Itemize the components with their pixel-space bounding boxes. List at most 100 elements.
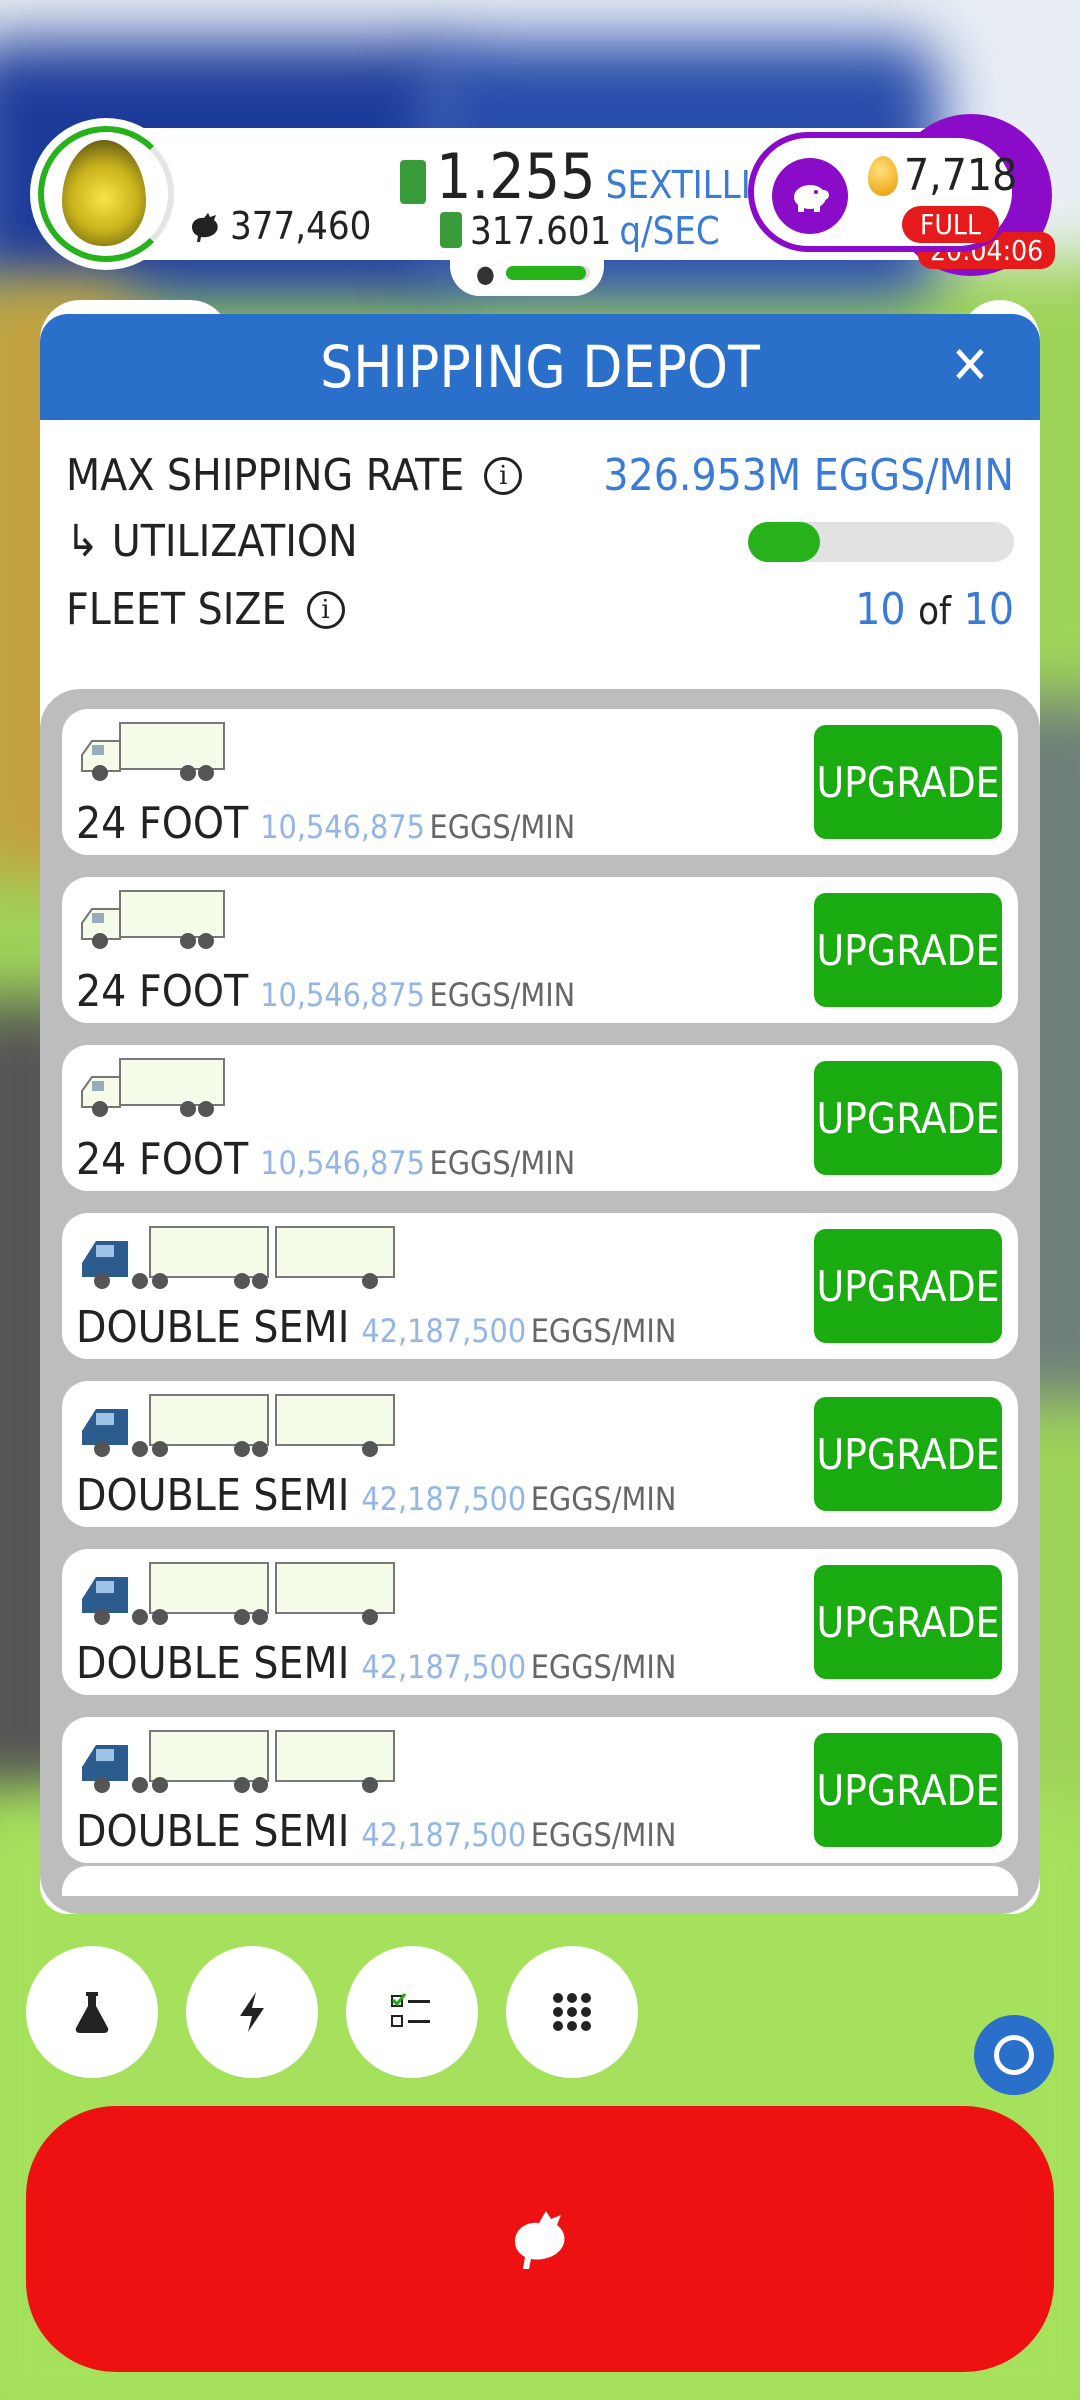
vehicle-name: 24 FOOT bbox=[76, 966, 249, 1017]
piggy-bank-icon[interactable] bbox=[772, 158, 848, 234]
upgrade-button[interactable]: UPGRADE bbox=[814, 1397, 1002, 1511]
vehicle-row: DOUBLE SEMI 42,187,500 EGGS/MIN UPGRADE bbox=[62, 1213, 1018, 1359]
vehicle-rate: 10,546,875 bbox=[260, 808, 425, 846]
earning-rate-value: 317.601 bbox=[470, 209, 612, 253]
vehicle-rate-unit: EGGS/MIN bbox=[530, 1312, 677, 1350]
earning-rate: 317.601 q/SEC bbox=[440, 208, 720, 253]
circle-icon bbox=[994, 2035, 1034, 2075]
double-semi-truck-icon bbox=[78, 1225, 398, 1295]
box-truck-icon bbox=[78, 1057, 228, 1123]
panel-title: SHIPPING DEPOT bbox=[320, 333, 760, 401]
silo-full-badge: FULL bbox=[902, 206, 999, 243]
vehicle-rate: 10,546,875 bbox=[260, 1144, 425, 1182]
close-button[interactable]: ✕ bbox=[940, 336, 1000, 396]
vehicle-info: DOUBLE SEMI 42,187,500 EGGS/MIN bbox=[76, 1806, 676, 1857]
fleet-size-row: FLEET SIZE i 10 of 10 bbox=[66, 584, 1014, 635]
chicken-icon bbox=[515, 2211, 565, 2269]
vehicle-rate: 42,187,500 bbox=[361, 1480, 527, 1518]
cash-icon bbox=[400, 160, 426, 204]
lightning-icon bbox=[240, 1992, 264, 2032]
cash-icon bbox=[440, 212, 462, 248]
close-icon: ✕ bbox=[950, 336, 990, 396]
vehicle-rate-unit: EGGS/MIN bbox=[530, 1480, 677, 1518]
vehicle-row: 24 FOOT 10,546,875 EGGS/MIN UPGRADE bbox=[62, 877, 1018, 1023]
double-semi-truck-icon bbox=[78, 1393, 398, 1463]
assistant-button[interactable] bbox=[974, 2015, 1054, 2095]
utilization-bar bbox=[748, 521, 1014, 562]
chicken-count: 377,460 bbox=[186, 204, 371, 248]
upgrade-button[interactable]: UPGRADE bbox=[814, 725, 1002, 839]
research-button[interactable] bbox=[26, 1946, 158, 2078]
hatchery-bar bbox=[506, 266, 590, 280]
fleet-max: 10 bbox=[963, 584, 1014, 635]
upgrade-button[interactable]: UPGRADE bbox=[814, 1733, 1002, 1847]
vehicle-rate-unit: EGGS/MIN bbox=[530, 1816, 677, 1854]
max-shipping-rate-row: MAX SHIPPING RATE i 326.953M EGGS/MIN bbox=[66, 450, 1014, 501]
box-truck-icon bbox=[78, 889, 228, 955]
double-semi-truck-icon bbox=[78, 1729, 398, 1799]
checklist-icon bbox=[391, 1993, 430, 2027]
panel-header: SHIPPING DEPOT ✕ bbox=[40, 314, 1040, 420]
fleet-current: 10 bbox=[855, 584, 906, 635]
vehicle-name: 24 FOOT bbox=[76, 1134, 249, 1185]
hen-icon: ● bbox=[476, 260, 495, 288]
utilization-fill bbox=[748, 521, 820, 562]
vehicle-name: 24 FOOT bbox=[76, 798, 249, 849]
missions-button[interactable] bbox=[346, 1946, 478, 2078]
hatchery-indicator: ● bbox=[450, 252, 604, 296]
vehicle-rate: 42,187,500 bbox=[361, 1312, 527, 1350]
fleet-size-label: FLEET SIZE bbox=[66, 584, 287, 635]
shipping-depot-panel: SHIPPING DEPOT ✕ MAX SHIPPING RATE i 326… bbox=[40, 314, 1040, 1914]
utilization-row: ↳ UTILIZATION bbox=[66, 516, 1014, 567]
vehicle-row: DOUBLE SEMI 42,187,500 EGGS/MIN UPGRADE bbox=[62, 1717, 1018, 1863]
vehicle-rate-unit: EGGS/MIN bbox=[429, 976, 576, 1014]
vehicle-rate-unit: EGGS/MIN bbox=[429, 1144, 576, 1182]
chicken-count-value: 377,460 bbox=[230, 204, 372, 248]
vehicle-name: DOUBLE SEMI bbox=[76, 1470, 350, 1521]
vehicle-rate-unit: EGGS/MIN bbox=[530, 1648, 677, 1686]
money-display: 1.255 SEXTILLION bbox=[400, 140, 803, 213]
hatch-chicken-button[interactable] bbox=[26, 2106, 1054, 2372]
golden-eggs: 7,718 bbox=[868, 150, 1017, 201]
vehicle-rate: 42,187,500 bbox=[361, 1816, 527, 1854]
vehicle-row: DOUBLE SEMI 42,187,500 EGGS/MIN UPGRADE bbox=[62, 1549, 1018, 1695]
max-shipping-rate-label: MAX SHIPPING RATE bbox=[66, 450, 465, 501]
upgrade-button[interactable]: UPGRADE bbox=[814, 893, 1002, 1007]
vehicle-rate: 42,187,500 bbox=[361, 1648, 527, 1686]
upgrade-button[interactable]: UPGRADE bbox=[814, 1061, 1002, 1175]
vehicle-info: 24 FOOT 10,546,875 EGGS/MIN bbox=[76, 798, 575, 849]
vehicle-row: 24 FOOT 10,546,875 EGGS/MIN UPGRADE bbox=[62, 1045, 1018, 1191]
chicken-icon bbox=[192, 213, 218, 242]
upgrade-button[interactable]: UPGRADE bbox=[814, 1565, 1002, 1679]
utilization-label: ↳ UTILIZATION bbox=[66, 516, 358, 567]
vehicle-rate: 10,546,875 bbox=[260, 976, 425, 1014]
golden-egg-icon bbox=[868, 155, 898, 196]
vehicle-name: DOUBLE SEMI bbox=[76, 1806, 350, 1857]
boosts-button[interactable] bbox=[186, 1946, 318, 2078]
vehicle-rate-unit: EGGS/MIN bbox=[429, 808, 576, 846]
vehicle-info: DOUBLE SEMI 42,187,500 EGGS/MIN bbox=[76, 1302, 676, 1353]
fleet-of: of bbox=[918, 589, 952, 633]
vehicle-name: DOUBLE SEMI bbox=[76, 1302, 350, 1353]
upgrade-button[interactable]: UPGRADE bbox=[814, 1229, 1002, 1343]
box-truck-icon bbox=[78, 721, 228, 787]
vehicle-info: DOUBLE SEMI 42,187,500 EGGS/MIN bbox=[76, 1470, 676, 1521]
flask-icon bbox=[75, 1992, 109, 2033]
vehicle-info: 24 FOOT 10,546,875 EGGS/MIN bbox=[76, 1134, 575, 1185]
max-shipping-rate-value: 326.953M EGGS/MIN bbox=[603, 450, 1014, 501]
fleet-list[interactable]: 24 FOOT 10,546,875 EGGS/MIN UPGRADE 24 FOOT… bbox=[40, 689, 1040, 1914]
info-icon[interactable]: i bbox=[306, 590, 345, 629]
vehicle-info: 24 FOOT 10,546,875 EGGS/MIN bbox=[76, 966, 575, 1017]
info-icon[interactable]: i bbox=[484, 456, 523, 495]
money-value: 1.255 bbox=[436, 140, 596, 213]
vehicle-row: 24 FOOT 10,546,875 EGGS/MIN UPGRADE bbox=[62, 709, 1018, 855]
earning-rate-unit: q/SEC bbox=[619, 209, 720, 253]
list-item-partial bbox=[62, 1866, 1018, 1896]
menu-button[interactable] bbox=[506, 1946, 638, 2078]
grid-menu-icon bbox=[553, 1993, 591, 2031]
double-semi-truck-icon bbox=[78, 1561, 398, 1631]
vehicle-info: DOUBLE SEMI 42,187,500 EGGS/MIN bbox=[76, 1638, 676, 1689]
golden-egg-count: 7,718 bbox=[904, 150, 1018, 201]
vehicle-row: DOUBLE SEMI 42,187,500 EGGS/MIN UPGRADE bbox=[62, 1381, 1018, 1527]
vehicle-name: DOUBLE SEMI bbox=[76, 1638, 350, 1689]
